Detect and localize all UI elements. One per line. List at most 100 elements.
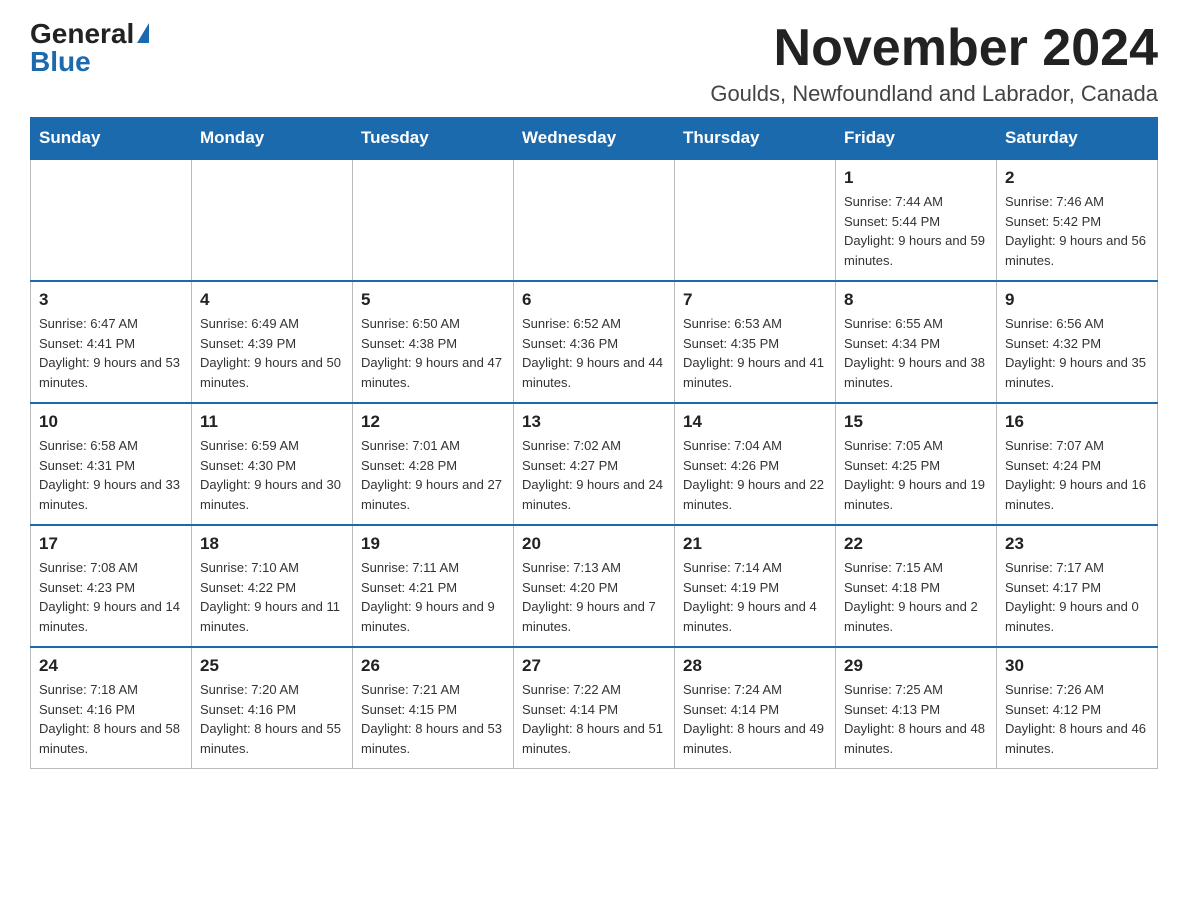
day-number: 3	[39, 290, 183, 310]
calendar-subtitle: Goulds, Newfoundland and Labrador, Canad…	[710, 81, 1158, 107]
day-info: Sunrise: 6:59 AM Sunset: 4:30 PM Dayligh…	[200, 436, 344, 514]
week-row-4: 17 Sunrise: 7:08 AM Sunset: 4:23 PM Dayli…	[31, 525, 1158, 647]
calendar-cell: 21Sunrise: 7:14 AM Sunset: 4:19 PM Dayli…	[675, 525, 836, 647]
header-wednesday: Wednesday	[514, 118, 675, 160]
day-number: 19	[361, 534, 505, 554]
calendar-cell: 13 Sunrise: 7:02 AM Sunset: 4:27 PM Dayli…	[514, 403, 675, 525]
day-info: Sunrise: 7:20 AM Sunset: 4:16 PM Dayligh…	[200, 680, 344, 758]
day-number: 18	[200, 534, 344, 554]
day-info: Sunrise: 7:24 AM Sunset: 4:14 PM Dayligh…	[683, 680, 827, 758]
calendar-cell: 4 Sunrise: 6:49 AM Sunset: 4:39 PM Daylig…	[192, 281, 353, 403]
day-number: 5	[361, 290, 505, 310]
calendar-table: SundayMondayTuesdayWednesdayThursdayFrid…	[30, 117, 1158, 769]
day-info: Sunrise: 7:08 AM Sunset: 4:23 PM Dayligh…	[39, 558, 183, 636]
week-row-5: 24Sunrise: 7:18 AM Sunset: 4:16 PM Dayli…	[31, 647, 1158, 769]
day-number: 22	[844, 534, 988, 554]
day-info: Sunrise: 7:04 AM Sunset: 4:26 PM Dayligh…	[683, 436, 827, 514]
calendar-cell: 10 Sunrise: 6:58 AM Sunset: 4:31 PM Dayli…	[31, 403, 192, 525]
day-number: 25	[200, 656, 344, 676]
day-number: 4	[200, 290, 344, 310]
calendar-cell: 16 Sunrise: 7:07 AM Sunset: 4:24 PM Dayli…	[997, 403, 1158, 525]
day-info: Sunrise: 6:56 AM Sunset: 4:32 PM Dayligh…	[1005, 314, 1149, 392]
day-number: 10	[39, 412, 183, 432]
calendar-cell: 2Sunrise: 7:46 AM Sunset: 5:42 PM Daylig…	[997, 159, 1158, 281]
day-number: 6	[522, 290, 666, 310]
calendar-cell: 20 Sunrise: 7:13 AM Sunset: 4:20 PM Dayli…	[514, 525, 675, 647]
calendar-cell: 17 Sunrise: 7:08 AM Sunset: 4:23 PM Dayli…	[31, 525, 192, 647]
day-info: Sunrise: 7:25 AM Sunset: 4:13 PM Dayligh…	[844, 680, 988, 758]
calendar-cell	[514, 159, 675, 281]
header-monday: Monday	[192, 118, 353, 160]
calendar-cell: 28Sunrise: 7:24 AM Sunset: 4:14 PM Dayli…	[675, 647, 836, 769]
day-info: Sunrise: 6:55 AM Sunset: 4:34 PM Dayligh…	[844, 314, 988, 392]
day-number: 23	[1005, 534, 1149, 554]
calendar-cell: 22 Sunrise: 7:15 AM Sunset: 4:18 PM Dayli…	[836, 525, 997, 647]
day-number: 26	[361, 656, 505, 676]
calendar-cell: 24Sunrise: 7:18 AM Sunset: 4:16 PM Dayli…	[31, 647, 192, 769]
day-number: 11	[200, 412, 344, 432]
week-row-3: 10 Sunrise: 6:58 AM Sunset: 4:31 PM Dayli…	[31, 403, 1158, 525]
calendar-cell	[192, 159, 353, 281]
calendar-header-row: SundayMondayTuesdayWednesdayThursdayFrid…	[31, 118, 1158, 160]
calendar-cell: 3 Sunrise: 6:47 AM Sunset: 4:41 PM Daylig…	[31, 281, 192, 403]
calendar-cell: 27Sunrise: 7:22 AM Sunset: 4:14 PM Dayli…	[514, 647, 675, 769]
title-area: November 2024 Goulds, Newfoundland and L…	[710, 20, 1158, 107]
calendar-cell	[31, 159, 192, 281]
calendar-cell	[353, 159, 514, 281]
day-number: 24	[39, 656, 183, 676]
header-sunday: Sunday	[31, 118, 192, 160]
day-info: Sunrise: 7:10 AM Sunset: 4:22 PM Dayligh…	[200, 558, 344, 636]
header-saturday: Saturday	[997, 118, 1158, 160]
day-number: 29	[844, 656, 988, 676]
day-info: Sunrise: 6:47 AM Sunset: 4:41 PM Dayligh…	[39, 314, 183, 392]
day-number: 16	[1005, 412, 1149, 432]
day-info: Sunrise: 7:02 AM Sunset: 4:27 PM Dayligh…	[522, 436, 666, 514]
logo-blue: Blue	[30, 46, 91, 77]
header-thursday: Thursday	[675, 118, 836, 160]
page-header: General Blue November 2024 Goulds, Newfo…	[30, 20, 1158, 107]
header-friday: Friday	[836, 118, 997, 160]
calendar-cell	[675, 159, 836, 281]
calendar-title: November 2024	[710, 20, 1158, 77]
day-info: Sunrise: 7:17 AM Sunset: 4:17 PM Dayligh…	[1005, 558, 1149, 636]
day-info: Sunrise: 7:07 AM Sunset: 4:24 PM Dayligh…	[1005, 436, 1149, 514]
day-number: 20	[522, 534, 666, 554]
day-info: Sunrise: 7:11 AM Sunset: 4:21 PM Dayligh…	[361, 558, 505, 636]
day-number: 13	[522, 412, 666, 432]
day-info: Sunrise: 7:14 AM Sunset: 4:19 PM Dayligh…	[683, 558, 827, 636]
calendar-cell: 6 Sunrise: 6:52 AM Sunset: 4:36 PM Daylig…	[514, 281, 675, 403]
day-number: 7	[683, 290, 827, 310]
day-info: Sunrise: 7:26 AM Sunset: 4:12 PM Dayligh…	[1005, 680, 1149, 758]
day-number: 8	[844, 290, 988, 310]
day-number: 1	[844, 168, 988, 188]
day-info: Sunrise: 6:52 AM Sunset: 4:36 PM Dayligh…	[522, 314, 666, 392]
calendar-cell: 23 Sunrise: 7:17 AM Sunset: 4:17 PM Dayli…	[997, 525, 1158, 647]
logo: General Blue	[30, 20, 149, 76]
day-info: Sunrise: 6:53 AM Sunset: 4:35 PM Dayligh…	[683, 314, 827, 392]
day-number: 14	[683, 412, 827, 432]
calendar-cell: 30Sunrise: 7:26 AM Sunset: 4:12 PM Dayli…	[997, 647, 1158, 769]
calendar-cell: 15Sunrise: 7:05 AM Sunset: 4:25 PM Dayli…	[836, 403, 997, 525]
header-tuesday: Tuesday	[353, 118, 514, 160]
calendar-cell: 5 Sunrise: 6:50 AM Sunset: 4:38 PM Daylig…	[353, 281, 514, 403]
day-number: 2	[1005, 168, 1149, 188]
calendar-cell: 9Sunrise: 6:56 AM Sunset: 4:32 PM Daylig…	[997, 281, 1158, 403]
day-info: Sunrise: 6:50 AM Sunset: 4:38 PM Dayligh…	[361, 314, 505, 392]
day-number: 17	[39, 534, 183, 554]
day-info: Sunrise: 7:01 AM Sunset: 4:28 PM Dayligh…	[361, 436, 505, 514]
calendar-cell: 11 Sunrise: 6:59 AM Sunset: 4:30 PM Dayli…	[192, 403, 353, 525]
day-info: Sunrise: 7:15 AM Sunset: 4:18 PM Dayligh…	[844, 558, 988, 636]
day-info: Sunrise: 6:49 AM Sunset: 4:39 PM Dayligh…	[200, 314, 344, 392]
logo-general: General	[30, 20, 134, 48]
calendar-cell: 14 Sunrise: 7:04 AM Sunset: 4:26 PM Dayli…	[675, 403, 836, 525]
day-info: Sunrise: 7:44 AM Sunset: 5:44 PM Dayligh…	[844, 192, 988, 270]
day-info: Sunrise: 6:58 AM Sunset: 4:31 PM Dayligh…	[39, 436, 183, 514]
day-info: Sunrise: 7:21 AM Sunset: 4:15 PM Dayligh…	[361, 680, 505, 758]
day-number: 27	[522, 656, 666, 676]
day-info: Sunrise: 7:13 AM Sunset: 4:20 PM Dayligh…	[522, 558, 666, 636]
calendar-cell: 1 Sunrise: 7:44 AM Sunset: 5:44 PM Daylig…	[836, 159, 997, 281]
day-number: 15	[844, 412, 988, 432]
calendar-cell: 29 Sunrise: 7:25 AM Sunset: 4:13 PM Dayli…	[836, 647, 997, 769]
week-row-2: 3 Sunrise: 6:47 AM Sunset: 4:41 PM Daylig…	[31, 281, 1158, 403]
calendar-cell: 7 Sunrise: 6:53 AM Sunset: 4:35 PM Daylig…	[675, 281, 836, 403]
